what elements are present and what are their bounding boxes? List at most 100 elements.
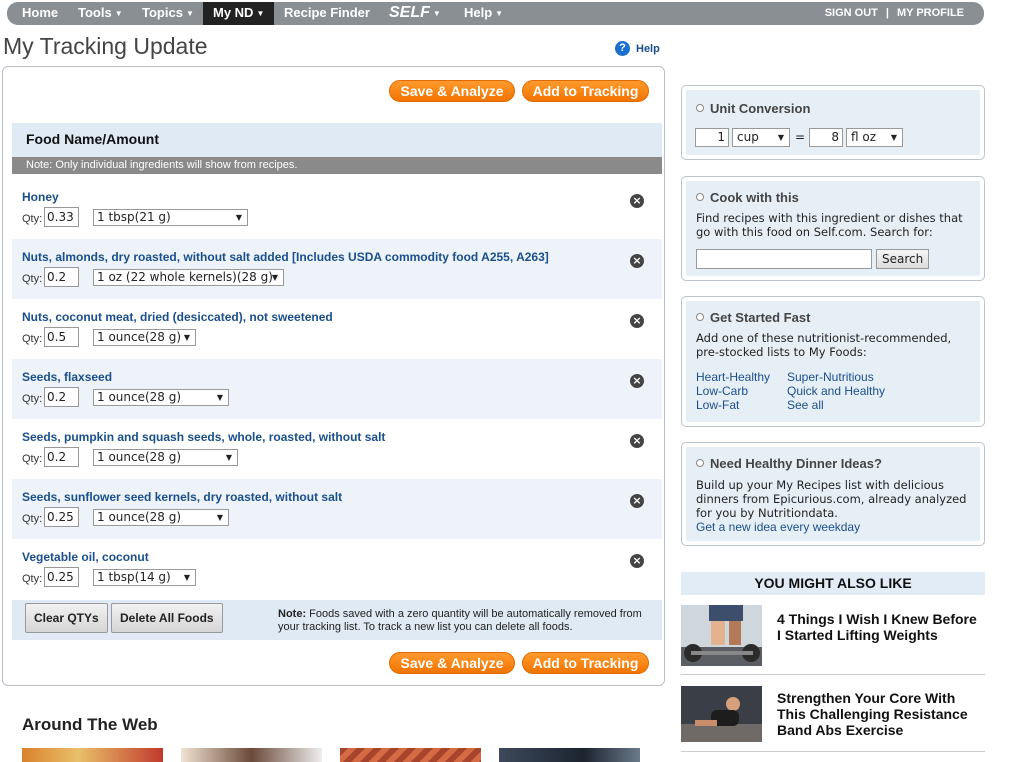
help-link[interactable]: ? Help	[615, 41, 660, 57]
nav-recipe-finder[interactable]: Recipe Finder	[284, 2, 370, 25]
add-to-tracking-button-top[interactable]: Add to Tracking	[522, 80, 649, 102]
remove-food-icon[interactable]: ×	[630, 314, 644, 328]
get-started-fast-title-text: Get Started Fast	[710, 310, 811, 325]
remove-food-icon[interactable]: ×	[630, 194, 644, 208]
qty-input[interactable]: 0.5	[44, 327, 79, 347]
my-profile-link[interactable]: MY PROFILE	[897, 7, 964, 19]
nav-home[interactable]: Home	[22, 2, 58, 25]
article-item[interactable]: 4 Things I Wish I Knew Before I Started …	[681, 605, 985, 675]
unit-conversion-widget: Unit Conversion 1 cup ▼ = 8 fl oz ▼	[681, 85, 985, 160]
food-name-link[interactable]: Nuts, coconut meat, dried (desiccated), …	[22, 310, 333, 324]
qty-input[interactable]: 0.25	[44, 567, 79, 587]
remove-food-icon[interactable]: ×	[630, 434, 644, 448]
conversion-from-unit[interactable]: cup ▼	[732, 128, 790, 147]
recipe-search-input[interactable]	[696, 249, 872, 269]
qty-label: Qty:	[22, 393, 43, 405]
list-link-heart-healthy[interactable]: Heart-Healthy	[696, 370, 770, 384]
food-name-link[interactable]: Honey	[22, 190, 59, 204]
dropdown-arrow-icon: ▼	[216, 513, 223, 522]
article-thumbnail[interactable]	[681, 605, 762, 666]
qty-input[interactable]: 0.33	[44, 207, 79, 227]
list-link-low-fat[interactable]: Low-Fat	[696, 398, 739, 412]
nav-my-nd-label: My ND	[213, 5, 254, 20]
food-name-link[interactable]: Seeds, flaxseed	[22, 370, 112, 384]
save-analyze-button-top[interactable]: Save & Analyze	[389, 80, 515, 102]
around-web-thumbnail[interactable]	[499, 748, 640, 762]
nav-help[interactable]: Help ▼	[464, 2, 503, 25]
page-title: My Tracking Update	[3, 33, 208, 59]
unit-select-value: 1 tbsp(14 g)	[97, 570, 171, 584]
unit-select-value: 1 ounce(28 g)	[97, 390, 182, 404]
dropdown-arrow-icon: ▼	[225, 453, 232, 462]
qty-label: Qty:	[22, 333, 43, 345]
unit-select[interactable]: 1 ounce(28 g) ▼	[93, 389, 229, 406]
around-web-thumbnail[interactable]	[340, 748, 481, 762]
article-title[interactable]: 4 Things I Wish I Knew Before I Started …	[777, 611, 982, 643]
food-row: Seeds, sunflower seed kernels, dry roast…	[12, 479, 662, 539]
unit-select[interactable]: 1 ounce(28 g) ▼	[93, 509, 229, 526]
dinner-ideas-title-text: Need Healthy Dinner Ideas?	[710, 456, 882, 471]
qty-label: Qty:	[22, 273, 43, 285]
nav-topics[interactable]: Topics ▼	[142, 2, 194, 25]
conversion-to-unit[interactable]: fl oz ▼	[846, 128, 903, 147]
article-item[interactable]: Strengthen Your Core With This Challengi…	[681, 686, 985, 752]
list-link-quick-healthy[interactable]: Quick and Healthy	[787, 384, 885, 398]
list-link-low-carb[interactable]: Low-Carb	[696, 384, 748, 398]
nav-tools-label: Tools	[78, 5, 112, 20]
remove-food-icon[interactable]: ×	[630, 374, 644, 388]
food-name-link[interactable]: Nuts, almonds, dry roasted, without salt…	[22, 250, 549, 264]
unit-select-value: 1 ounce(28 g)	[97, 330, 182, 344]
qty-label: Qty:	[22, 513, 43, 525]
unit-select[interactable]: 1 ounce(28 g) ▼	[93, 449, 238, 466]
bullet-icon	[696, 193, 704, 201]
unit-select-value: 1 ounce(28 g)	[97, 510, 182, 524]
article-title[interactable]: Strengthen Your Core With This Challengi…	[777, 690, 982, 738]
food-row: Honey Qty: 0.33 1 tbsp(21 g) ▼ ×	[12, 179, 662, 239]
list-link-super-nutritious[interactable]: Super-Nutritious	[787, 370, 874, 384]
dropdown-arrow-icon: ▼	[235, 213, 242, 222]
conversion-from-value[interactable]: 1	[695, 128, 729, 147]
nav-my-nd[interactable]: My ND ▼	[203, 2, 275, 25]
sign-out-link[interactable]: SIGN OUT	[825, 7, 878, 19]
dinner-ideas-link[interactable]: Get a new idea every weekday	[696, 520, 860, 534]
save-analyze-button-bottom[interactable]: Save & Analyze	[389, 652, 515, 674]
chevron-down-icon: ▼	[495, 9, 504, 18]
unit-select[interactable]: 1 ounce(28 g) ▼	[93, 329, 196, 346]
recipe-search-button[interactable]: Search	[876, 249, 930, 269]
conversion-to-value[interactable]: 8	[809, 128, 843, 147]
unit-select-value: 1 tbsp(21 g)	[97, 210, 171, 224]
food-name-link[interactable]: Vegetable oil, coconut	[22, 550, 149, 564]
list-link-see-all[interactable]: See all	[787, 398, 824, 412]
qty-input[interactable]: 0.2	[44, 267, 79, 287]
dropdown-arrow-icon: ▼	[183, 573, 190, 582]
dinner-ideas-title: Need Healthy Dinner Ideas?	[696, 456, 882, 471]
unit-select[interactable]: 1 tbsp(14 g) ▼	[93, 569, 196, 586]
qty-input[interactable]: 0.2	[44, 387, 79, 407]
qty-input[interactable]: 0.25	[44, 507, 79, 527]
article-thumbnail[interactable]	[681, 686, 762, 742]
delete-all-foods-button[interactable]: Delete All Foods	[111, 603, 223, 633]
clear-qtys-button[interactable]: Clear QTYs	[25, 603, 108, 633]
nav-self[interactable]: SELF ▼	[389, 2, 441, 25]
food-name-link[interactable]: Seeds, pumpkin and squash seeds, whole, …	[22, 430, 385, 444]
unit-select[interactable]: 1 oz (22 whole kernels)(28 g) ▼	[93, 269, 284, 286]
lifting-weights-image	[681, 605, 762, 666]
dropdown-arrow-icon: ▼	[890, 133, 897, 142]
cook-with-this-widget: Cook with this Find recipes with this in…	[681, 176, 985, 281]
unit-select[interactable]: 1 tbsp(21 g) ▼	[93, 209, 248, 226]
add-to-tracking-button-bottom[interactable]: Add to Tracking	[522, 652, 649, 674]
food-row: Nuts, almonds, dry roasted, without salt…	[12, 239, 662, 299]
nav-topics-label: Topics	[142, 5, 183, 20]
food-name-link[interactable]: Seeds, sunflower seed kernels, dry roast…	[22, 490, 342, 504]
dropdown-arrow-icon: ▼	[271, 273, 278, 282]
around-the-web-title: Around The Web	[22, 715, 158, 734]
around-web-thumbnail[interactable]	[181, 748, 322, 762]
remove-food-icon[interactable]: ×	[630, 494, 644, 508]
around-web-thumbnail[interactable]	[22, 748, 163, 762]
remove-food-icon[interactable]: ×	[630, 554, 644, 568]
nav-recipe-finder-label: Recipe Finder	[284, 5, 370, 20]
remove-food-icon[interactable]: ×	[630, 254, 644, 268]
nav-tools[interactable]: Tools ▼	[78, 2, 123, 25]
qty-input[interactable]: 0.2	[44, 447, 79, 467]
cook-with-this-title: Cook with this	[696, 190, 799, 205]
